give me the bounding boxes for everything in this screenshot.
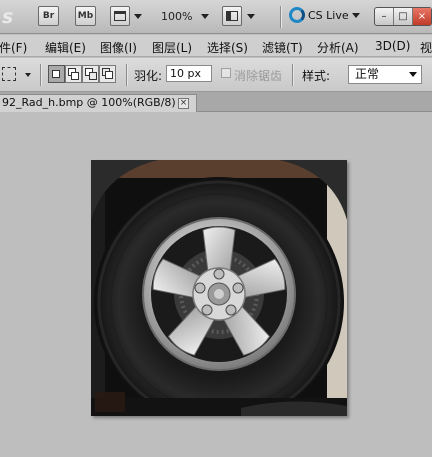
- grid-icon: [114, 11, 126, 21]
- wheel-image: [91, 160, 347, 416]
- close-icon[interactable]: ×: [178, 98, 189, 109]
- document-tab[interactable]: 92_Rad_h.bmp @ 100%(RGB/8) ×: [0, 94, 197, 112]
- minimize-button[interactable]: –: [375, 8, 394, 25]
- rectangular-marquee-icon[interactable]: [2, 67, 16, 81]
- menu-image[interactable]: 图像(I): [100, 39, 137, 56]
- intersect-selection-button[interactable]: [99, 65, 116, 83]
- menu-file[interactable]: 文件(F): [0, 39, 27, 56]
- chevron-down-icon: [409, 72, 417, 77]
- subtract-from-selection-button[interactable]: [82, 65, 99, 83]
- menu-filter[interactable]: 滤镜(T): [262, 39, 303, 56]
- application-bar: s Br Mb 100% CS Live – □ ×: [0, 0, 432, 34]
- menu-select[interactable]: 选择(S): [207, 39, 248, 56]
- close-button[interactable]: ×: [413, 8, 431, 25]
- document-tab-title: 92_Rad_h.bmp @ 100%(RGB/8): [2, 96, 176, 109]
- zoom-level[interactable]: 100%: [161, 10, 192, 23]
- divider: [126, 64, 127, 86]
- style-label: 样式:: [302, 69, 331, 83]
- menu-edit[interactable]: 编辑(E): [45, 39, 86, 56]
- chevron-down-icon[interactable]: [25, 73, 31, 77]
- cs-live-button[interactable]: CS Live: [289, 7, 360, 23]
- feather-label: 羽化:: [134, 69, 163, 83]
- menu-3d[interactable]: 3D(D): [375, 39, 410, 53]
- mini-bridge-button[interactable]: Mb: [75, 6, 96, 26]
- document-canvas[interactable]: [91, 160, 347, 416]
- photoshop-logo: s: [2, 6, 13, 28]
- feather-input[interactable]: 10 px: [166, 65, 212, 82]
- restore-button[interactable]: □: [394, 8, 413, 25]
- menu-layer[interactable]: 图层(L): [152, 39, 192, 56]
- menu-bar: 文件(F) 编辑(E) 图像(I) 图层(L) 选择(S) 滤镜(T) 分析(A…: [0, 35, 432, 57]
- menu-analysis[interactable]: 分析(A): [317, 39, 359, 56]
- new-selection-button[interactable]: [48, 65, 65, 83]
- cs-live-icon: [289, 7, 305, 23]
- add-to-selection-button[interactable]: [65, 65, 82, 83]
- window-controls: – □ ×: [374, 7, 432, 26]
- menu-view[interactable]: 视: [420, 39, 432, 56]
- anti-alias-label: 消除锯齿: [234, 69, 283, 83]
- bridge-button[interactable]: Br: [38, 6, 59, 26]
- layout-icon: [226, 11, 238, 21]
- chevron-down-icon[interactable]: [247, 14, 255, 19]
- style-select[interactable]: 正常: [348, 65, 422, 84]
- divider: [40, 64, 41, 86]
- document-tab-bar: 92_Rad_h.bmp @ 100%(RGB/8) ×: [0, 92, 432, 112]
- view-extras-button[interactable]: [110, 6, 130, 26]
- divider: [292, 64, 293, 86]
- chevron-down-icon: [351, 12, 360, 18]
- style-value: 正常: [355, 67, 380, 81]
- arrange-documents-button[interactable]: [222, 6, 242, 26]
- anti-alias-checkbox[interactable]: [221, 68, 231, 78]
- divider: [280, 6, 281, 28]
- chevron-down-icon[interactable]: [134, 14, 142, 19]
- cs-live-label: CS Live: [308, 8, 349, 22]
- chevron-down-icon[interactable]: [201, 14, 209, 19]
